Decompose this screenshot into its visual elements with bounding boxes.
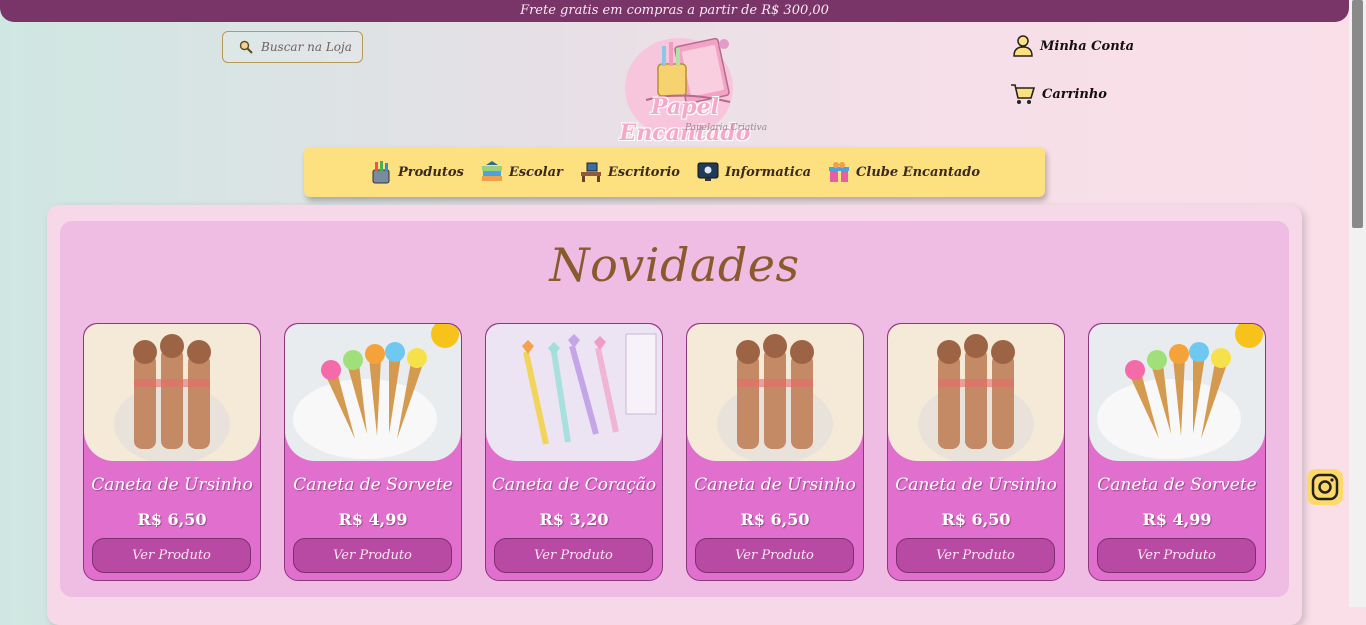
instagram-icon (1311, 473, 1339, 501)
nav-label[interactable]: Informatica (725, 165, 811, 180)
nav-item-escritorio[interactable]: Escritorio (579, 160, 680, 184)
store-logo[interactable]: Papel Encantado Papelaria Criativa (585, 30, 785, 146)
logo-subtitle: Papelaria Criativa (685, 123, 768, 133)
pencil-cup-icon (372, 161, 390, 184)
product-price: R$ 6,50 (740, 510, 810, 529)
product-name[interactable]: Caneta de Ursinho (84, 475, 260, 495)
product-image[interactable] (285, 324, 461, 461)
instagram-button[interactable] (1307, 469, 1343, 505)
account-link[interactable]: Minha Conta (1012, 34, 1134, 58)
monitor-icon (697, 162, 719, 181)
product-price: R$ 4,99 (1142, 510, 1212, 529)
product-card[interactable]: Caneta de Sorvete R$ 4,99 Ver Produto (1088, 323, 1266, 581)
nav-item-informatica[interactable]: Informatica (696, 160, 811, 184)
product-name[interactable]: Caneta de Sorvete (285, 475, 461, 495)
view-product-button[interactable]: Ver Produto (896, 538, 1055, 573)
product-card[interactable]: Caneta de Ursinho R$ 6,50 Ver Produto (887, 323, 1065, 581)
product-name[interactable]: Caneta de Ursinho (888, 475, 1064, 495)
cart-icon (1011, 84, 1036, 104)
view-product-button[interactable]: Ver Produto (92, 538, 251, 573)
gift-icon (829, 162, 850, 182)
view-product-button[interactable]: Ver Produto (293, 538, 452, 573)
product-price: R$ 3,20 (539, 510, 609, 529)
main-nav: Produtos Escolar Escritorio Informatica … (304, 147, 1045, 197)
search-placeholder[interactable]: Buscar na Loja (261, 40, 352, 54)
product-name[interactable]: Caneta de Sorvete (1089, 475, 1265, 495)
product-price: R$ 6,50 (137, 510, 207, 529)
nav-item-clube-encantado[interactable]: Clube Encantado (827, 160, 980, 184)
product-price: R$ 6,50 (941, 510, 1011, 529)
scrollbar-thumb[interactable] (1352, 0, 1363, 228)
product-image[interactable] (888, 324, 1064, 461)
nav-item-escolar[interactable]: Escolar (480, 160, 563, 184)
nav-item-produtos[interactable]: Produtos (369, 160, 464, 184)
product-image[interactable] (1089, 324, 1265, 461)
nav-label[interactable]: Escritorio (608, 165, 680, 180)
view-product-button[interactable]: Ver Produto (494, 538, 653, 573)
logo-title: Papel Encantado (619, 94, 751, 146)
section-title: Novidades (549, 238, 800, 292)
search-icon (239, 40, 253, 54)
product-price: R$ 4,99 (338, 510, 408, 529)
search-field[interactable]: Buscar na Loja (222, 31, 363, 63)
product-image[interactable] (486, 324, 662, 461)
user-icon (1013, 35, 1033, 57)
nav-label[interactable]: Escolar (509, 165, 563, 180)
desk-icon (580, 162, 601, 182)
nav-label[interactable]: Produtos (398, 165, 464, 180)
account-label[interactable]: Minha Conta (1040, 39, 1134, 54)
cart-link[interactable]: Carrinho (1010, 82, 1107, 106)
shipping-banner: Frete gratis em compras a partir de R$ 3… (0, 0, 1349, 22)
product-name[interactable]: Caneta de Ursinho (687, 475, 863, 495)
books-icon (481, 161, 502, 181)
product-card[interactable]: Caneta de Sorvete R$ 4,99 Ver Produto (284, 323, 462, 581)
product-image[interactable] (84, 324, 260, 461)
product-card[interactable]: Caneta de Ursinho R$ 6,50 Ver Produto (686, 323, 864, 581)
scrollbar[interactable] (1349, 0, 1366, 607)
product-image[interactable] (687, 324, 863, 461)
product-name[interactable]: Caneta de Coração (486, 475, 662, 495)
product-card[interactable]: Caneta de Coração R$ 3,20 Ver Produto (485, 323, 663, 581)
view-product-button[interactable]: Ver Produto (1097, 538, 1256, 573)
product-card[interactable]: Caneta de Ursinho R$ 6,50 Ver Produto (83, 323, 261, 581)
view-product-button[interactable]: Ver Produto (695, 538, 854, 573)
nav-label[interactable]: Clube Encantado (856, 165, 980, 180)
cart-label[interactable]: Carrinho (1042, 87, 1107, 102)
